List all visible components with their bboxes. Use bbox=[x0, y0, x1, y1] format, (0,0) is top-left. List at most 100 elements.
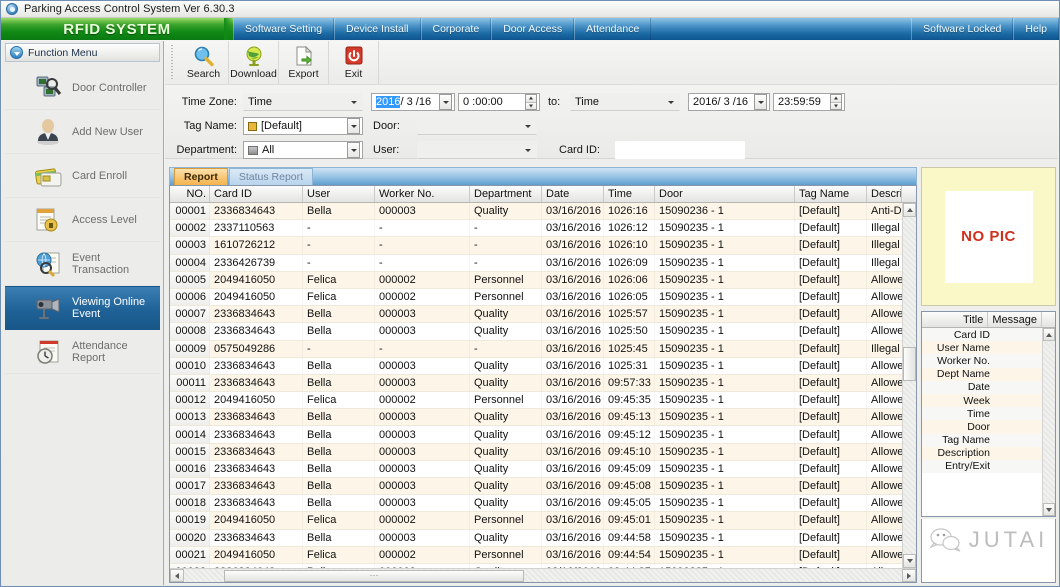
detail-vertical-scrollbar[interactable] bbox=[1042, 328, 1055, 516]
column-header-date[interactable]: Date bbox=[542, 186, 604, 202]
detail-column-message[interactable]: Message bbox=[988, 312, 1042, 327]
menu-item-help[interactable]: Help bbox=[1013, 18, 1059, 40]
export-button[interactable]: Export bbox=[279, 41, 329, 84]
date-from-input[interactable]: 2016 / 3 /16 bbox=[371, 93, 455, 111]
table-row[interactable]: 00006 2049416050 Felica 000002 Personnel 03/1… bbox=[170, 288, 916, 307]
time-from-input[interactable]: 0 :00:00 bbox=[458, 93, 540, 111]
scroll-left-button[interactable] bbox=[170, 569, 184, 582]
hscroll-thumb[interactable]: ⋯ bbox=[224, 569, 524, 582]
column-header-door[interactable]: Door bbox=[655, 186, 795, 202]
chevron-down-icon[interactable] bbox=[347, 118, 360, 134]
spinner-icon[interactable] bbox=[830, 94, 842, 110]
table-row[interactable]: 00001 2336834643 Bella 000003 Quality 03/16/2… bbox=[170, 203, 916, 221]
column-header-department[interactable]: Department bbox=[470, 186, 542, 202]
department-select[interactable]: All bbox=[243, 141, 363, 159]
search-button[interactable]: Search bbox=[179, 41, 229, 84]
table-row[interactable]: 00009 0575049286- - -03/16/2016 1025:45 15090… bbox=[170, 340, 916, 358]
tag-name-select[interactable]: [Default] bbox=[243, 117, 363, 135]
table-row[interactable]: 00003 1610726212- - -03/16/2016 1026:10 15090… bbox=[170, 237, 916, 255]
sidebar-item-card-enroll[interactable]: Card Enroll bbox=[5, 154, 160, 198]
download-button[interactable]: Download bbox=[229, 41, 279, 84]
column-header-card-id[interactable]: Card ID bbox=[210, 186, 303, 202]
detail-row[interactable]: Tag Name bbox=[922, 433, 1055, 447]
column-header-no[interactable]: NO. bbox=[170, 186, 210, 202]
table-row[interactable]: 00013 2336834643 Bella 000003 Quality 03/16/2… bbox=[170, 409, 916, 427]
table-row[interactable]: 00016 2336834643 Bella 000003 Quality 03/16/2… bbox=[170, 460, 916, 478]
detail-row[interactable]: Description bbox=[922, 446, 1055, 460]
table-body[interactable]: 00001 2336834643 Bella 000003 Quality 03/16/2… bbox=[170, 203, 916, 568]
sidebar-item-add-new-user[interactable]: Add New User bbox=[5, 110, 160, 154]
table-row[interactable]: 00018 2336834643 Bella 000003 Quality 03/16/2… bbox=[170, 495, 916, 513]
table-row[interactable]: 00019 2049416050 Felica 000002 Personnel 03/1… bbox=[170, 512, 916, 530]
date-to-input[interactable]: 2016/ 3 /16 bbox=[688, 93, 770, 111]
menu-item-corporate[interactable]: Corporate bbox=[420, 18, 492, 40]
table-row[interactable]: 00008 2336834643 Bella 000003 Quality 03/16/2… bbox=[170, 323, 916, 341]
menu-item-software-locked[interactable]: Software Locked bbox=[911, 18, 1014, 40]
column-header-time[interactable]: Time bbox=[604, 186, 655, 202]
door-select[interactable] bbox=[417, 117, 537, 135]
detail-row[interactable]: Time bbox=[922, 407, 1055, 421]
to-timezone-select[interactable]: Time bbox=[570, 93, 680, 111]
table-row[interactable]: 00005 2049416050 Felica 000002 Personnel 03/1… bbox=[170, 271, 916, 289]
sidebar-item-viewing-online-event[interactable]: Viewing Online Event bbox=[5, 286, 160, 330]
detail-row[interactable]: User Name bbox=[922, 341, 1055, 355]
timezone-select[interactable]: Time bbox=[243, 93, 363, 111]
table-row[interactable]: 00007 2336834643 Bella 000003 Quality 03/16/2… bbox=[170, 306, 916, 324]
detail-row[interactable]: Week bbox=[922, 393, 1055, 408]
card-id-input[interactable] bbox=[615, 141, 745, 159]
function-menu-header[interactable]: Function Menu bbox=[5, 43, 160, 62]
table-row[interactable]: 00002 2337110563- - -03/16/2016 1026:12 15090… bbox=[170, 220, 916, 238]
sidebar-item-door-controller[interactable]: Door Controller bbox=[5, 66, 160, 110]
sidebar-item-access-level[interactable]: Access Level bbox=[5, 198, 160, 242]
table-vertical-scrollbar[interactable] bbox=[902, 203, 916, 568]
table-row[interactable]: 00015 2336834643 Bella 000003 Quality 03/16/2… bbox=[170, 443, 916, 461]
spinner-icon[interactable] bbox=[525, 94, 537, 110]
scroll-down-button[interactable] bbox=[903, 554, 916, 568]
detail-row[interactable]: Date bbox=[922, 380, 1055, 394]
detail-row[interactable]: Dept Name bbox=[922, 367, 1055, 381]
menu-item-device-install[interactable]: Device Install bbox=[334, 18, 421, 40]
table-horizontal-scrollbar[interactable]: ⋯ bbox=[170, 568, 916, 582]
exit-button[interactable]: Exit bbox=[329, 41, 379, 84]
chevron-down-icon[interactable] bbox=[347, 142, 360, 158]
scroll-right-button[interactable] bbox=[902, 569, 916, 582]
detail-row[interactable]: Entry/Exit bbox=[922, 459, 1055, 474]
table-row[interactable]: 00004 2336426739- - -03/16/2016 1026:09 15090… bbox=[170, 254, 916, 272]
time-to-input[interactable]: 23:59:59 bbox=[773, 93, 845, 111]
column-header-description[interactable]: Description bbox=[867, 186, 902, 202]
table-row[interactable]: 00012 2049416050 Felica 000002 Personnel 03/1… bbox=[170, 392, 916, 410]
scroll-track[interactable] bbox=[903, 217, 916, 554]
menu-item-software-setting[interactable]: Software Setting bbox=[233, 18, 335, 40]
tab-status-report[interactable]: Status Report bbox=[228, 168, 314, 185]
detail-row[interactable]: Door bbox=[922, 420, 1055, 434]
menu-item-attendance[interactable]: Attendance bbox=[574, 18, 652, 40]
column-header-worker-no[interactable]: Worker No. bbox=[375, 186, 470, 202]
user-select[interactable] bbox=[417, 141, 537, 159]
toolbar-grip[interactable] bbox=[169, 45, 176, 80]
table-row[interactable]: 000222336834643Bella000003Quality03/16/2… bbox=[170, 563, 916, 568]
scroll-up-button[interactable] bbox=[903, 203, 916, 217]
detail-column-title[interactable]: Title bbox=[922, 312, 989, 327]
table-row[interactable]: 00020 2336834643 Bella 000003 Quality 03/16/2… bbox=[170, 529, 916, 547]
chevron-down-icon[interactable] bbox=[754, 94, 767, 110]
table-row[interactable]: 00021 2049416050 Felica 000002 Personnel 03/1… bbox=[170, 546, 916, 564]
table-row[interactable]: 00011 2336834643 Bella 000003 Quality 03/16/2… bbox=[170, 374, 916, 393]
tab-report[interactable]: Report bbox=[174, 168, 228, 185]
chevron-down-icon[interactable] bbox=[439, 94, 452, 110]
detail-scroll-track[interactable] bbox=[1043, 341, 1055, 503]
sidebar-item-event-transaction[interactable]: Event Transaction bbox=[5, 242, 160, 286]
hscroll-track[interactable]: ⋯ bbox=[184, 569, 902, 582]
column-header-user[interactable]: User bbox=[303, 186, 375, 202]
column-header-tag-name[interactable]: Tag Name bbox=[795, 186, 867, 202]
detail-body[interactable]: Card ID User Name Worker No. Dept Name Date W… bbox=[922, 328, 1055, 516]
table-row[interactable]: 00010 2336834643 Bella 000003 Quality 03/16/2… bbox=[170, 357, 916, 375]
menu-item-door-access[interactable]: Door Access bbox=[491, 18, 575, 40]
detail-scroll-up-button[interactable] bbox=[1043, 328, 1055, 341]
detail-row[interactable]: Worker No. bbox=[922, 354, 1055, 368]
detail-row[interactable]: Card ID bbox=[922, 328, 1055, 342]
table-row[interactable]: 00014 2336834643 Bella 000003 Quality 03/16/2… bbox=[170, 426, 916, 444]
scroll-thumb[interactable] bbox=[903, 347, 916, 381]
sidebar-item-attendance-report[interactable]: Attendance Report bbox=[5, 330, 160, 374]
table-row[interactable]: 00017 2336834643 Bella 000003 Quality 03/16/2… bbox=[170, 478, 916, 496]
detail-scroll-down-button[interactable] bbox=[1043, 503, 1055, 516]
